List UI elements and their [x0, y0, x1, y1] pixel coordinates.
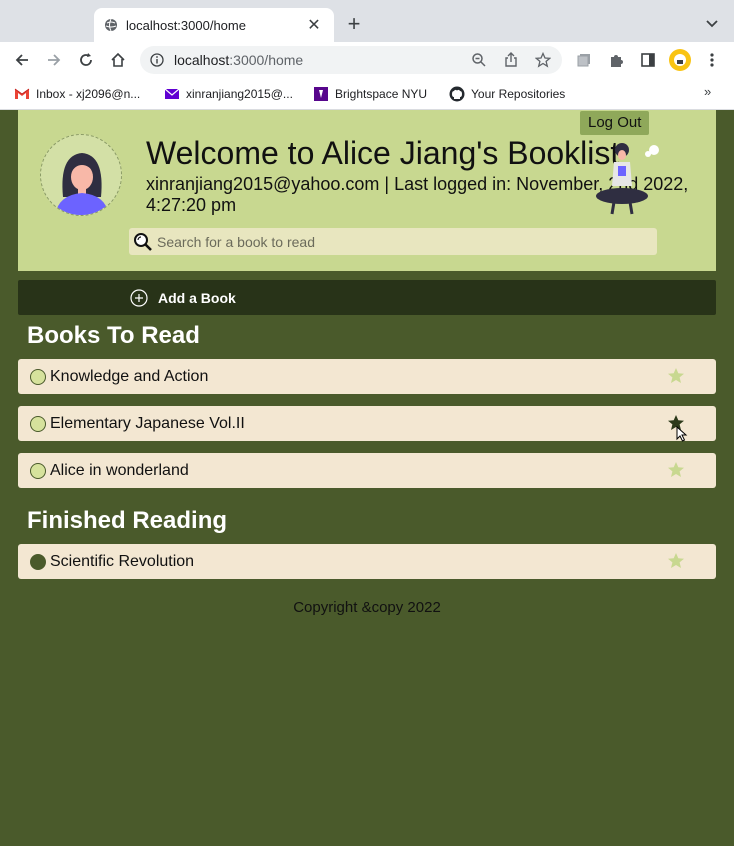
share-icon[interactable]	[502, 51, 520, 69]
bookmarks-bar: Inbox - xj2096@n... xinranjiang2015@... …	[0, 78, 734, 110]
search-placeholder: Search for a book to read	[157, 233, 315, 250]
tab-search-chevron-icon[interactable]	[702, 14, 722, 34]
magnifier-icon	[134, 232, 152, 251]
book-search-input[interactable]: Search for a book to read	[129, 228, 657, 255]
globe-icon	[104, 18, 118, 32]
star-icon[interactable]	[667, 461, 685, 479]
star-icon[interactable]	[667, 552, 685, 570]
book-row[interactable]: Knowledge and Action	[18, 359, 716, 394]
bookmark-label: Brightspace NYU	[335, 87, 428, 101]
gmail-icon	[14, 87, 30, 101]
browser-toolbar: localhost:3000/home	[0, 42, 734, 78]
bookmark-brightspace[interactable]: Brightspace NYU	[313, 84, 427, 104]
book-row[interactable]: Alice in wonderland	[18, 453, 716, 488]
bookmark-yahoo-mail[interactable]: xinranjiang2015@...	[164, 84, 293, 104]
browser-tab-strip: localhost:3000/home ✕ +	[0, 0, 734, 42]
add-book-bar: Add a Book	[18, 280, 716, 315]
browser-tab[interactable]: localhost:3000/home ✕	[94, 8, 334, 42]
finish-toggle[interactable]	[30, 462, 46, 479]
finish-toggle[interactable]	[30, 553, 46, 570]
bookmark-label: Inbox - xj2096@n...	[36, 87, 141, 101]
bookmark-star-icon[interactable]	[534, 51, 552, 69]
profile-header: Welcome to Alice Jiang's Booklist xinran…	[18, 110, 716, 271]
bookmark-github[interactable]: Your Repositories	[449, 84, 565, 104]
plus-circle-icon	[130, 289, 148, 307]
tab-title: localhost:3000/home	[126, 17, 246, 33]
footer-copyright: Copyright &copy 2022	[293, 599, 441, 616]
bookmark-inbox[interactable]: Inbox - xj2096@n...	[14, 84, 140, 104]
brightspace-icon	[313, 87, 329, 101]
add-book-button[interactable]: Add a Book	[130, 288, 236, 308]
bookmark-label: xinranjiang2015@...	[186, 87, 293, 101]
github-icon	[449, 86, 465, 102]
book-row[interactable]: Elementary Japanese Vol.II	[18, 406, 716, 441]
book-title: Alice in wonderland	[50, 461, 189, 479]
book-title: Elementary Japanese Vol.II	[50, 414, 245, 432]
zoom-icon[interactable]	[470, 51, 488, 69]
reload-icon[interactable]	[76, 50, 96, 70]
finish-toggle[interactable]	[30, 415, 46, 432]
mouse-cursor-icon	[676, 426, 688, 442]
home-icon[interactable]	[108, 50, 128, 70]
star-icon[interactable]	[667, 367, 685, 385]
logout-button[interactable]: Log Out	[580, 111, 650, 135]
mail-icon	[164, 87, 180, 101]
side-panel-icon[interactable]	[639, 51, 657, 69]
book-row[interactable]: Scientific Revolution	[18, 544, 716, 579]
new-tab-button[interactable]: +	[344, 12, 364, 36]
bookmark-label: Your Repositories	[471, 87, 566, 101]
book-title: Knowledge and Action	[50, 367, 209, 385]
add-book-label: Add a Book	[158, 290, 236, 306]
extensions-puzzle-icon[interactable]	[607, 51, 625, 69]
books-to-read-heading: Books To Read	[27, 322, 200, 349]
browser-menu-icon[interactable]	[703, 51, 721, 69]
back-arrow-icon[interactable]	[12, 50, 32, 70]
forward-arrow-icon[interactable]	[44, 50, 64, 70]
tab-close-icon[interactable]: ✕	[304, 15, 324, 35]
book-title: Scientific Revolution	[50, 552, 195, 570]
address-bar[interactable]: localhost:3000/home	[140, 46, 562, 74]
finished-reading-heading: Finished Reading	[27, 507, 228, 534]
extension-copy-icon[interactable]	[575, 51, 593, 69]
finish-toggle[interactable]	[30, 368, 46, 385]
user-avatar	[40, 134, 122, 216]
reading-person-illustration	[592, 138, 672, 218]
url-host: localhost	[174, 52, 230, 68]
url-path: :3000/home	[229, 52, 304, 68]
bookmarks-overflow-button[interactable]: »	[704, 84, 711, 99]
profile-avatar-icon[interactable]	[668, 48, 692, 72]
page-title: Welcome to Alice Jiang's Booklist	[146, 135, 620, 171]
site-info-icon[interactable]	[150, 53, 164, 67]
